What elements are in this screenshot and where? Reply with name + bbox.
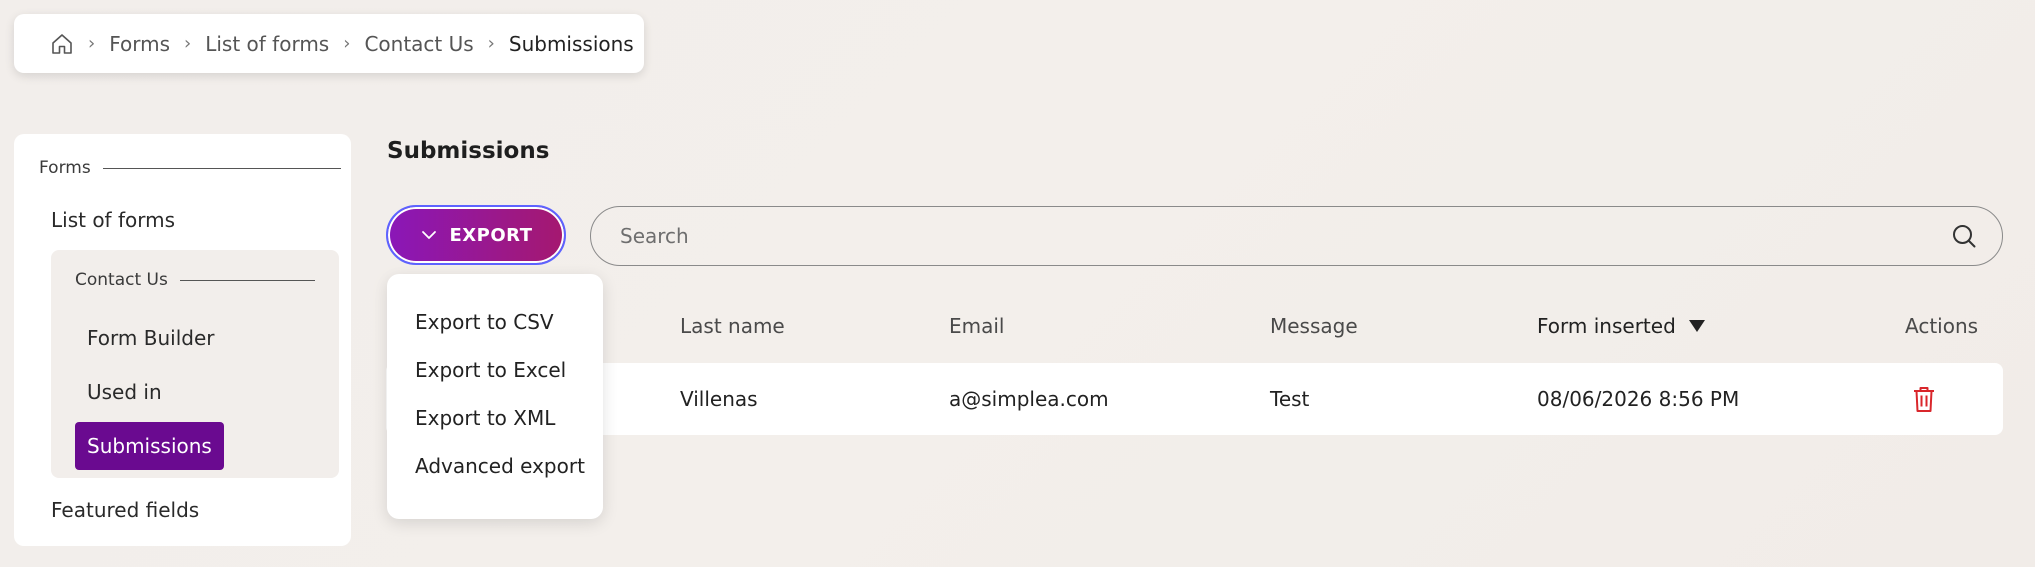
column-header-form-inserted[interactable]: Form inserted (1537, 314, 1706, 338)
cell-email: a@simplea.com (949, 387, 1109, 411)
breadcrumb-item-list-of-forms[interactable]: List of forms (205, 32, 329, 56)
sidebar-item-used-in[interactable]: Used in (75, 368, 174, 416)
column-header-message[interactable]: Message (1270, 314, 1358, 338)
page-title: Submissions (387, 138, 550, 164)
sidebar-sub-section-contact-us: Contact Us (75, 270, 315, 290)
breadcrumb-separator-icon: › (343, 33, 351, 54)
search-icon[interactable] (1950, 222, 1978, 250)
column-header-last-name[interactable]: Last name (680, 314, 785, 338)
column-header-label: Form inserted (1537, 314, 1676, 338)
breadcrumb-separator-icon: › (184, 33, 192, 54)
sidebar-item-featured-fields[interactable]: Featured fields (51, 498, 199, 522)
chevron-down-icon (420, 226, 438, 244)
table-row[interactable] (386, 363, 2003, 435)
sidebar-section-forms: Forms (39, 158, 341, 178)
export-button-label: EXPORT (449, 224, 533, 246)
column-header-label: Last name (680, 314, 785, 338)
cell-last-name: Villenas (680, 387, 758, 411)
breadcrumb-item-forms[interactable]: Forms (109, 32, 170, 56)
sidebar-sub-section-label: Contact Us (75, 270, 168, 290)
breadcrumb: › Forms › List of forms › Contact Us › S… (14, 14, 644, 73)
sidebar-item-submissions[interactable]: Submissions (75, 422, 224, 470)
sort-desc-icon (1688, 319, 1706, 333)
export-button[interactable]: EXPORT (386, 205, 566, 265)
breadcrumb-separator-icon: › (88, 33, 96, 54)
menu-item-export-xml[interactable]: Export to XML (415, 406, 555, 430)
home-icon[interactable] (50, 32, 74, 56)
divider (102, 167, 341, 169)
trash-icon[interactable] (1912, 385, 1936, 413)
cell-form-inserted: 08/06/2026 8:56 PM (1537, 387, 1740, 411)
column-header-actions: Actions (1905, 314, 1978, 338)
sidebar-item-form-builder[interactable]: Form Builder (75, 314, 226, 362)
search-box (590, 206, 2003, 266)
breadcrumb-separator-icon: › (487, 33, 495, 54)
menu-item-export-csv[interactable]: Export to CSV (415, 310, 554, 334)
column-header-email[interactable]: Email (949, 314, 1005, 338)
menu-item-export-excel[interactable]: Export to Excel (415, 358, 566, 382)
search-input[interactable] (618, 223, 1950, 249)
breadcrumb-item-contact-us[interactable]: Contact Us (364, 32, 473, 56)
sidebar: Forms List of forms Contact Us Form Buil… (14, 134, 351, 546)
cell-message: Test (1270, 387, 1310, 411)
export-dropdown-menu: Export to CSV Export to Excel Export to … (387, 274, 603, 519)
column-header-label: Actions (1905, 314, 1979, 338)
sidebar-sub-panel-contact-us: Contact Us Form Builder Used in Submissi… (51, 250, 339, 478)
breadcrumb-item-submissions: Submissions (508, 31, 634, 56)
divider (179, 279, 315, 281)
menu-item-advanced-export[interactable]: Advanced export (415, 454, 585, 478)
sidebar-item-list-of-forms[interactable]: List of forms (51, 208, 175, 232)
column-header-label: Message (1270, 314, 1358, 338)
column-header-label: Email (949, 314, 1005, 338)
sidebar-section-label: Forms (39, 158, 91, 178)
